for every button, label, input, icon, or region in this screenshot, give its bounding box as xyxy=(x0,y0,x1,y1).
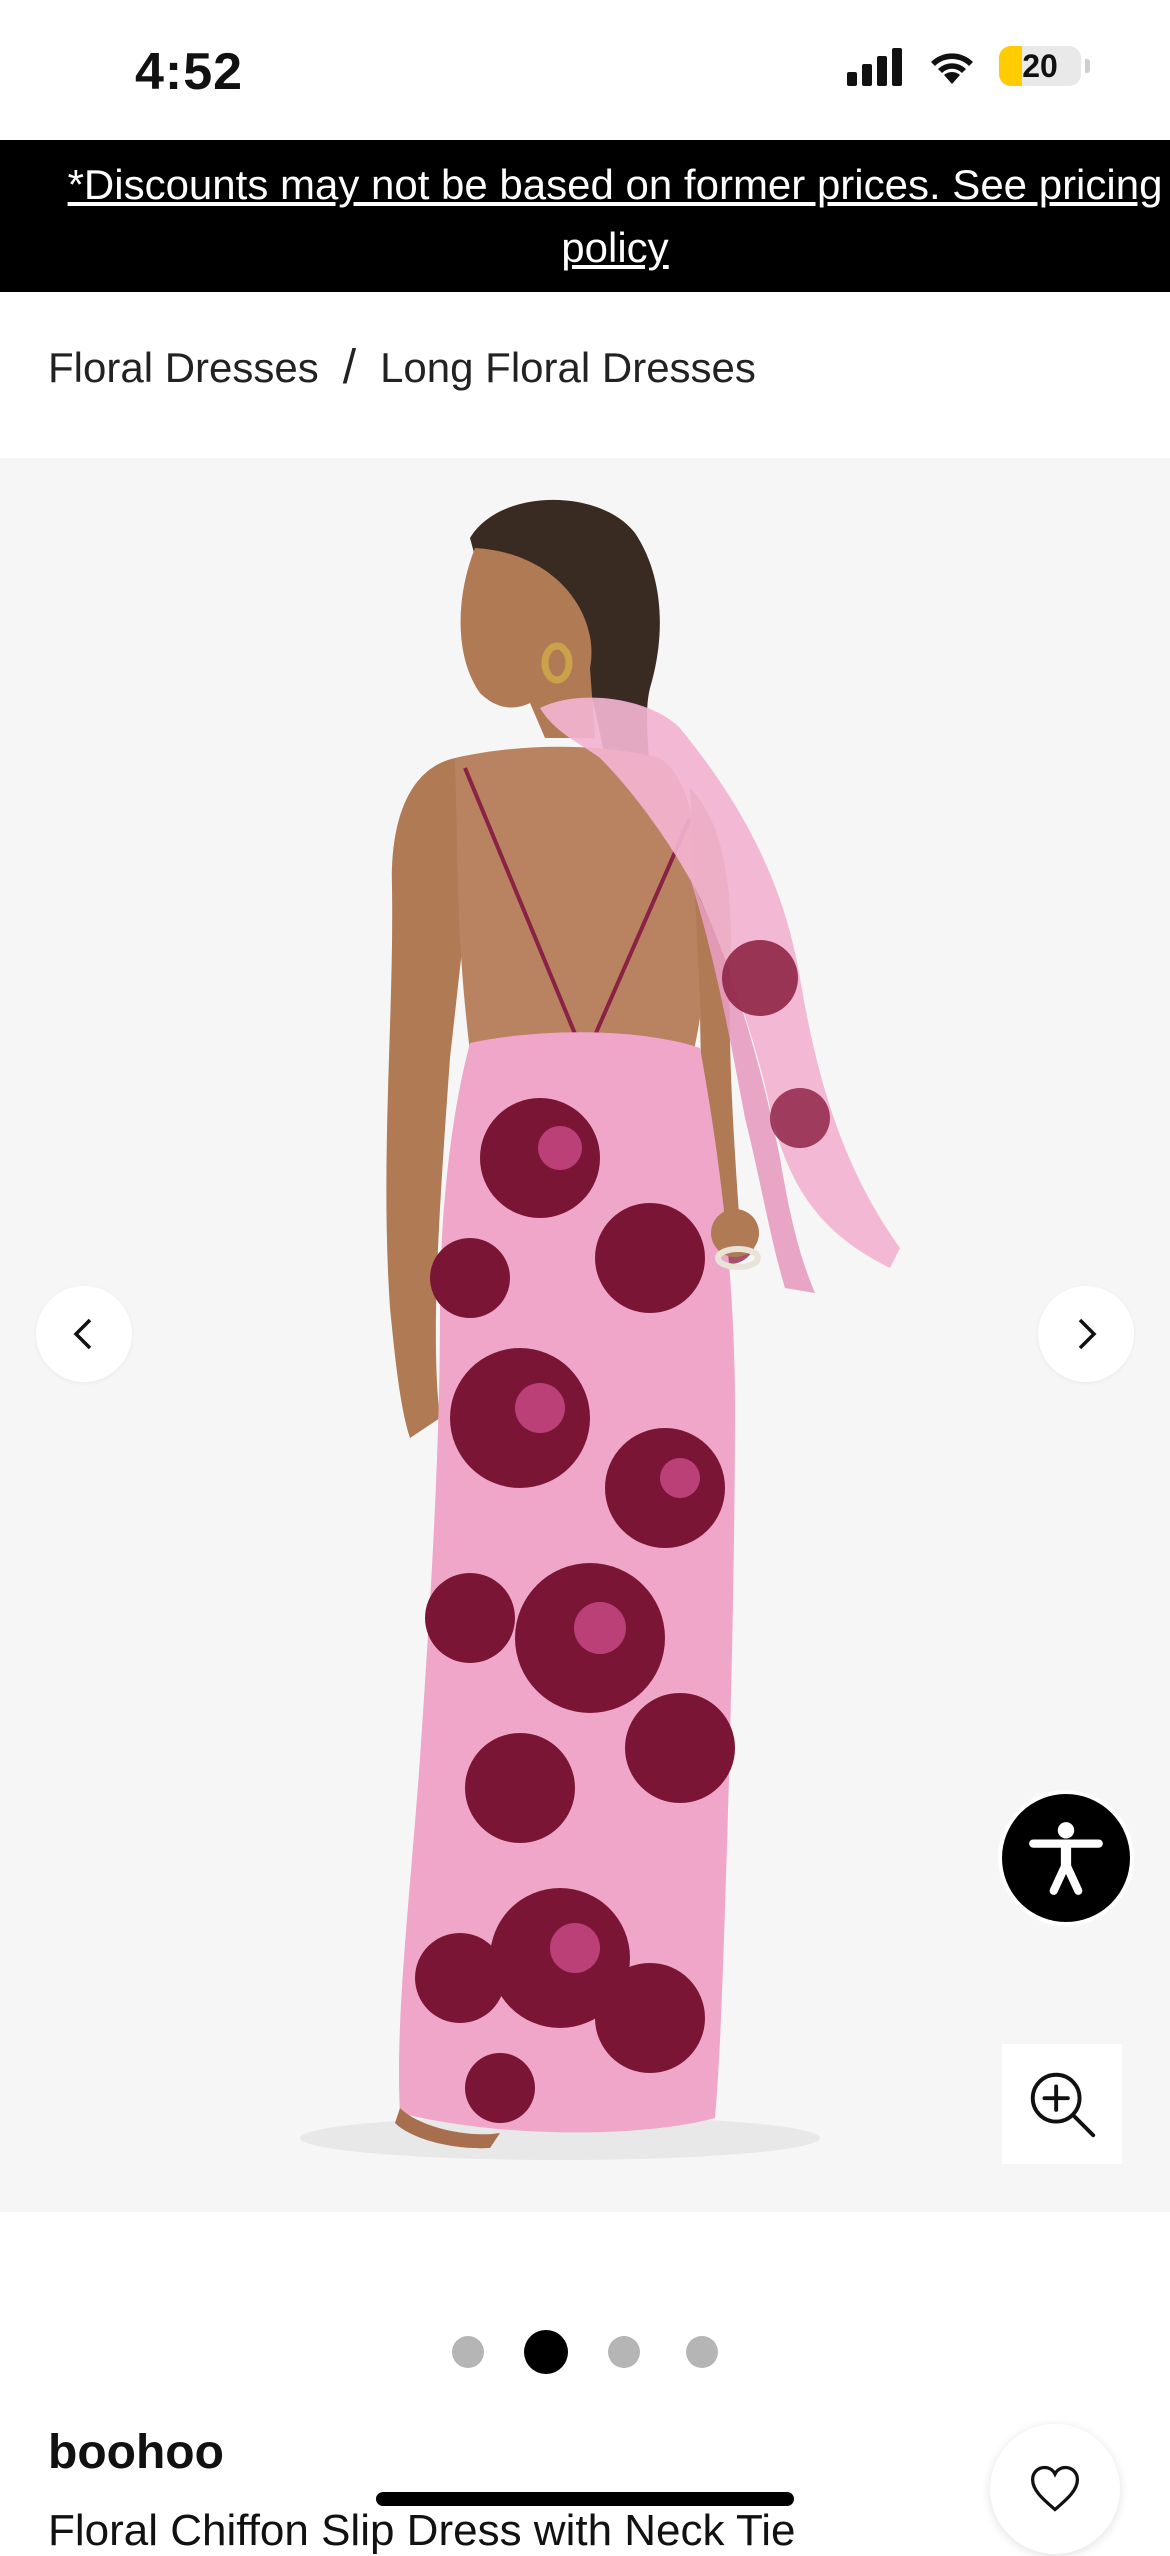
heart-icon xyxy=(1030,2465,1080,2512)
accessibility-icon xyxy=(1029,1822,1103,1895)
zoom-button[interactable] xyxy=(1002,2044,1122,2164)
battery-level: 20 xyxy=(1022,47,1058,84)
accessibility-button[interactable] xyxy=(998,1790,1134,1926)
pagination-dot[interactable] xyxy=(524,2330,568,2374)
zoom-in-icon xyxy=(1030,2072,1096,2138)
status-bar: 4:52 20 xyxy=(0,0,1170,140)
breadcrumb-floral-dresses[interactable]: Floral Dresses xyxy=(48,344,319,392)
pagination-dot[interactable] xyxy=(686,2336,718,2368)
product-brand[interactable]: boohoo xyxy=(48,2425,224,2480)
wifi-icon xyxy=(931,53,973,84)
product-gallery[interactable] xyxy=(0,458,1170,2212)
chevron-right-icon xyxy=(1078,1318,1097,1350)
product-image xyxy=(0,458,1170,2212)
breadcrumb: Floral Dresses / Long Floral Dresses xyxy=(48,340,756,395)
breadcrumb-long-floral-dresses[interactable]: Long Floral Dresses xyxy=(380,344,756,392)
promo-banner[interactable]: *Discounts may not be based on former pr… xyxy=(0,140,1170,292)
previous-image-button[interactable] xyxy=(36,1286,132,1382)
pricing-policy-link[interactable]: *Discounts may not be based on former pr… xyxy=(60,153,1170,279)
pagination-dot[interactable] xyxy=(452,2336,484,2368)
status-time: 4:52 xyxy=(135,43,244,101)
home-indicator xyxy=(376,2492,794,2506)
next-image-button[interactable] xyxy=(1038,1286,1134,1382)
chevron-left-icon xyxy=(73,1318,92,1350)
wishlist-button[interactable] xyxy=(990,2424,1120,2554)
cellular-signal-icon xyxy=(847,48,902,86)
pagination-dot[interactable] xyxy=(608,2336,640,2368)
product-title: Floral Chiffon Slip Dress with Neck Tie xyxy=(48,2506,796,2555)
breadcrumb-separator: / xyxy=(342,341,357,394)
status-icons: 20 xyxy=(847,46,1090,86)
gallery-pagination xyxy=(0,2330,1170,2374)
battery-indicator: 20 xyxy=(999,46,1081,86)
